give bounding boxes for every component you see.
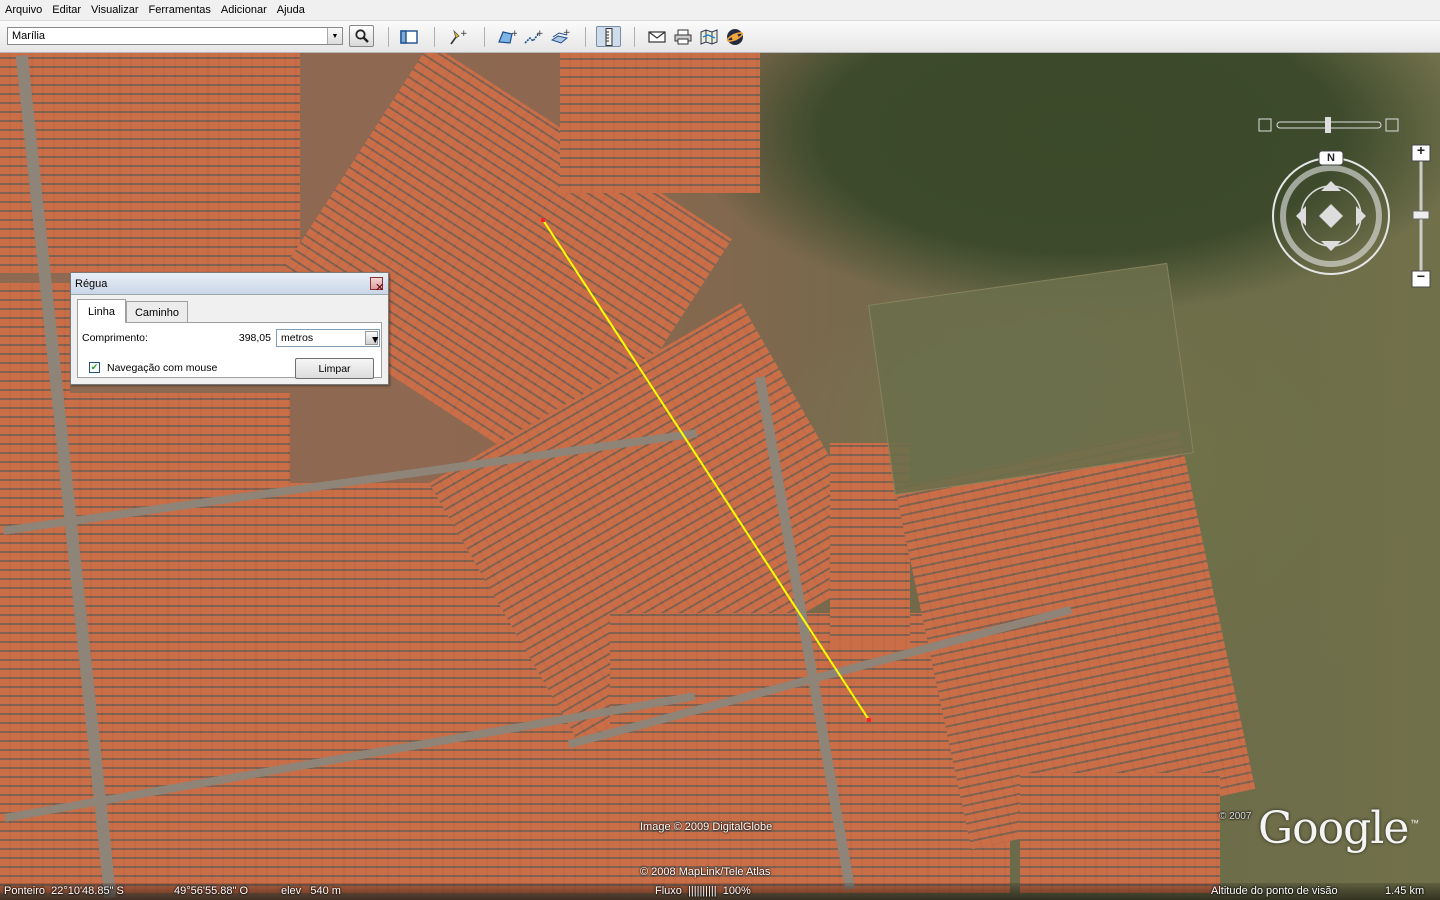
ruler-button[interactable] — [596, 26, 621, 47]
pan-up-icon — [1321, 181, 1341, 191]
search-button[interactable] — [349, 25, 374, 47]
tab-linha[interactable]: Linha — [77, 299, 126, 323]
svg-text:+: + — [460, 29, 467, 39]
path-icon: + — [524, 29, 543, 44]
svg-text:+: + — [536, 29, 543, 39]
eye-altitude-value: 1.45 km — [1385, 885, 1425, 897]
tab-caminho[interactable]: Caminho — [126, 301, 188, 323]
toolbar: ▼ + + + — [0, 21, 1440, 53]
unit-select[interactable]: metros ▼ — [276, 329, 380, 347]
search-field[interactable]: ▼ — [7, 27, 343, 45]
google-maps-button[interactable] — [698, 26, 720, 47]
sidebar-toggle-icon — [400, 29, 418, 44]
ruler-start-point — [541, 218, 545, 222]
google-logo: Google — [1258, 803, 1409, 854]
look-joystick[interactable] — [1258, 117, 1399, 133]
length-value: 398,05 — [238, 332, 271, 344]
search-icon — [354, 29, 369, 43]
zoom-in-button[interactable]: + — [1415, 142, 1427, 158]
imagery-attribution: Image © 2009 DigitalGlobe — [640, 821, 773, 833]
map-view[interactable]: N + − Image © 2009 DigitalGlobe © 2008 M… — [0, 53, 1440, 900]
pointer-latitude: Ponteiro 22°10'48.85" S — [4, 885, 124, 897]
mouse-navigation-checkbox[interactable]: ✔ — [89, 362, 100, 373]
print-icon — [674, 29, 692, 44]
sky-icon — [726, 28, 744, 45]
image-overlay-icon: + — [550, 28, 570, 44]
pan-right-icon — [1356, 206, 1366, 226]
chevron-down-icon: ▼ — [370, 334, 381, 346]
close-icon: ✕ — [375, 282, 385, 294]
svg-text:+: + — [511, 29, 517, 39]
zoom-slider[interactable] — [1411, 144, 1431, 288]
add-polygon-button[interactable]: + — [496, 26, 518, 47]
email-button[interactable] — [646, 26, 668, 47]
menu-ajuda[interactable]: Ajuda — [272, 1, 310, 19]
status-bar: Ponteiro 22°10'48.85" S 49°56'55.88" O e… — [0, 883, 1440, 900]
toolbar-separator — [484, 27, 485, 47]
add-image-overlay-button[interactable]: + — [549, 26, 571, 47]
google-maps-icon — [700, 28, 718, 45]
pointer-longitude: 49°56'55.88" O — [174, 885, 249, 897]
sky-button[interactable] — [724, 26, 746, 47]
search-input[interactable] — [8, 28, 334, 44]
clear-button[interactable]: Limpar — [295, 358, 374, 379]
pan-down-icon — [1321, 241, 1341, 251]
unit-dropdown-button[interactable]: ▼ — [365, 331, 381, 346]
pointer-elevation: elev 540 m — [281, 885, 341, 897]
mouse-navigation-label: Navegação com mouse — [107, 362, 218, 374]
menu-bar: Arquivo Editar Visualizar Ferramentas Ad… — [0, 0, 1440, 21]
streaming-status: Fluxo |||||||||| 100% — [655, 885, 751, 897]
ruler-dialog: Régua ✕ Linha Caminho Comprimento: 398,0… — [70, 272, 389, 385]
toolbar-separator — [634, 27, 635, 47]
add-placemark-button[interactable]: + — [446, 26, 468, 47]
maplink-attribution: © 2008 MapLink/Tele Atlas — [640, 866, 771, 878]
pan-left-icon — [1296, 206, 1306, 226]
ruler-measurement-line — [541, 218, 871, 722]
search-dropdown-button[interactable]: ▼ — [327, 28, 342, 44]
toolbar-separator — [434, 27, 435, 47]
close-button[interactable]: ✕ — [370, 277, 384, 294]
toolbar-separator — [388, 27, 389, 47]
length-label: Comprimento: — [82, 332, 148, 344]
menu-adicionar[interactable]: Adicionar — [216, 1, 272, 19]
eye-altitude-label: Altitude do ponto de visão — [1211, 885, 1338, 897]
toolbar-separator — [585, 27, 586, 47]
ruler-icon — [605, 27, 612, 46]
compass-ring[interactable] — [1272, 150, 1390, 275]
ruler-title: Régua — [75, 278, 108, 290]
menu-ferramentas[interactable]: Ferramentas — [144, 1, 216, 19]
sidebar-toggle-button[interactable] — [398, 26, 420, 47]
trademark-symbol: ™ — [1410, 818, 1419, 828]
compass-north-label: N — [1327, 152, 1335, 164]
menu-visualizar[interactable]: Visualizar — [86, 1, 144, 19]
unit-select-value: metros — [281, 332, 314, 344]
add-path-button[interactable]: + — [522, 26, 544, 47]
print-button[interactable] — [672, 26, 694, 47]
placemark-icon: + — [450, 29, 467, 44]
zoom-out-button[interactable]: − — [1415, 268, 1427, 284]
email-icon — [648, 30, 666, 43]
svg-text:+: + — [563, 28, 570, 38]
logo-copyright: © 2007 — [1219, 811, 1252, 822]
menu-editar[interactable]: Editar — [47, 1, 86, 19]
menu-arquivo[interactable]: Arquivo — [0, 1, 47, 19]
navigation-controls: N + − — [1255, 113, 1435, 296]
chevron-down-icon: ▼ — [331, 32, 339, 40]
ruler-title-bar[interactable]: Régua ✕ — [71, 273, 388, 295]
ruler-end-point — [867, 718, 871, 722]
polygon-icon: + — [498, 29, 517, 44]
ruler-segment — [542, 219, 870, 721]
